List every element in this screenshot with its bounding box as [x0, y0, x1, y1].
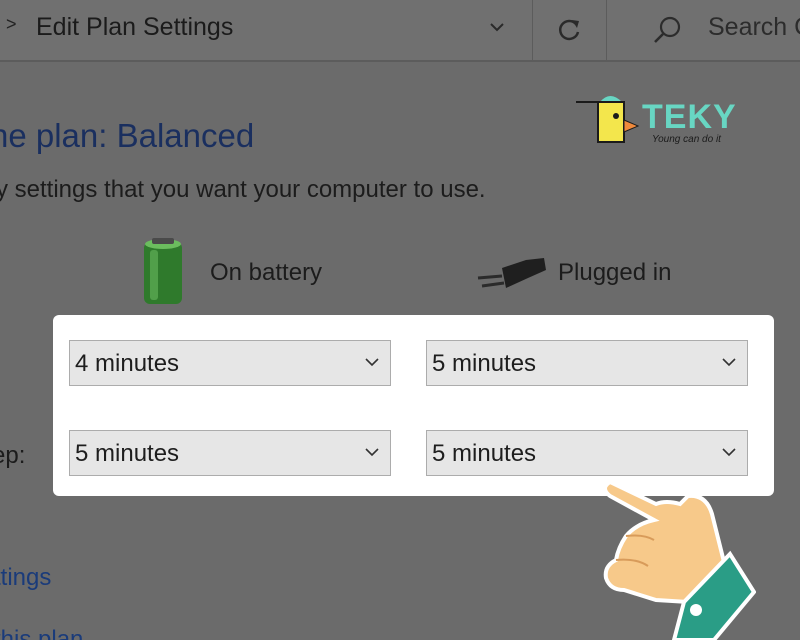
- selected-value: 5 minutes: [432, 440, 537, 467]
- logo-tagline: Young can do it: [652, 134, 721, 145]
- battery-icon: [144, 238, 182, 304]
- sleep-on-battery-select[interactable]: 5 minutes: [69, 430, 391, 476]
- page-title: he plan: Balanced: [0, 117, 255, 154]
- search-box[interactable]: Search C: [622, 0, 800, 60]
- toolbar-border: [0, 60, 800, 62]
- chevron-down-icon: [722, 358, 736, 367]
- refresh-icon: [558, 19, 580, 41]
- selected-value: 4 minutes: [75, 350, 180, 377]
- address-breadcrumb[interactable]: Edit Plan Settings: [36, 13, 233, 42]
- logo-wordmark: TEKY: [642, 98, 737, 136]
- column-header-on-battery: On battery: [210, 259, 323, 286]
- column-header-plugged-in: Plugged in: [558, 259, 672, 286]
- chevron-down-icon: [722, 448, 736, 457]
- turn-off-display-plugged-in-select[interactable]: 5 minutes: [426, 340, 748, 386]
- selected-value: 5 minutes: [432, 350, 537, 377]
- selected-value: 5 minutes: [75, 440, 180, 467]
- sleep-plugged-in-select[interactable]: 5 minutes: [426, 430, 748, 476]
- chevron-down-icon[interactable]: [482, 12, 512, 46]
- refresh-button[interactable]: [545, 10, 593, 50]
- logo-bird-icon: [576, 96, 640, 143]
- breadcrumb-chevron-icon[interactable]: >: [6, 14, 17, 35]
- search-icon: [654, 16, 681, 43]
- address-toolbar: > Edit Plan Settings Search C: [0, 0, 800, 62]
- change-advanced-settings-link[interactable]: ttings: [0, 564, 51, 592]
- search-input[interactable]: Search C: [708, 13, 800, 42]
- chevron-down-icon: [365, 448, 379, 457]
- chevron-down-icon: [365, 358, 379, 367]
- turn-off-display-on-battery-select[interactable]: 4 minutes: [69, 340, 391, 386]
- page-subtitle: y settings that you want your computer t…: [0, 176, 486, 203]
- divider: [532, 0, 533, 60]
- settings-panel: 4 minutes 5 minutes 5 minutes 5 minutes: [53, 315, 774, 496]
- sleep-row-label: ep:: [0, 442, 26, 469]
- pointing-hand-icon: [603, 479, 756, 640]
- divider: [606, 0, 607, 60]
- power-plug-icon: [477, 258, 546, 288]
- restore-defaults-link[interactable]: this plan: [0, 626, 83, 640]
- teky-logo: TEKY Young can do it: [576, 90, 746, 150]
